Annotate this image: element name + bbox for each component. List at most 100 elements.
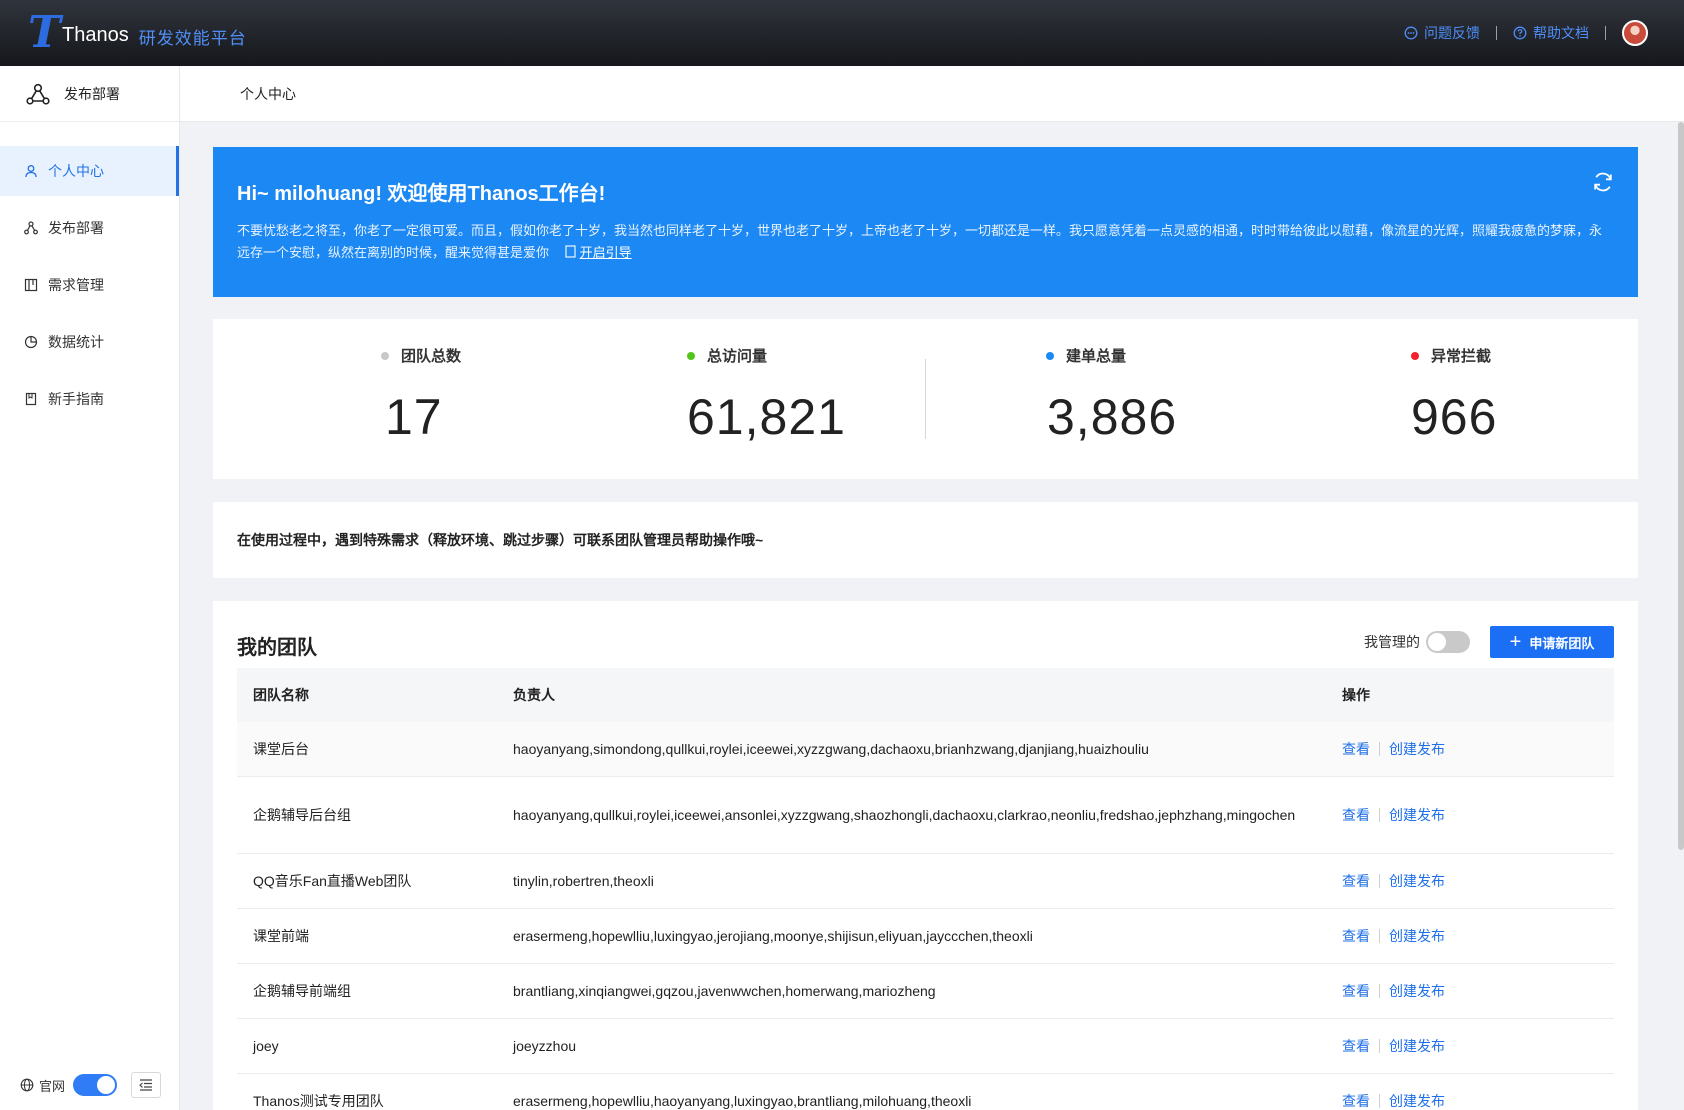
welcome-banner: Hi~ milohuang! 欢迎使用Thanos工作台! 不要忧愁老之将至，你… (213, 147, 1638, 297)
table-row: joey joeyzzhou 查看 创建发布 (237, 1019, 1614, 1074)
section-title: 我的团队 (237, 637, 317, 659)
page-scrollbar[interactable] (1676, 122, 1684, 850)
team-name: 企鹅辅导前端组 (253, 983, 351, 999)
status-dot (1411, 351, 1419, 360)
team-name: QQ音乐Fan直播Web团队 (253, 873, 412, 889)
collapse-sidebar-button[interactable] (131, 1072, 162, 1098)
create-release-link[interactable]: 创建发布 (1389, 1036, 1445, 1056)
row-actions: 查看 创建发布 (1342, 871, 1614, 891)
stat-blocked: 异常拦截 966 (1411, 345, 1497, 446)
column-header: 团队名称 (253, 687, 309, 703)
logo-mark: T (28, 7, 61, 58)
apply-button-label: 申请新团队 (1529, 635, 1595, 651)
stat-total-visits: 总访问量 61,821 (687, 345, 846, 446)
start-guide-label: 开启引导 (579, 245, 632, 260)
scrollbar-thumb[interactable] (1678, 122, 1684, 850)
team-owners: erasermeng,hopewlliu,haoyanyang,luxingya… (513, 1093, 972, 1109)
help-label: 帮助文档 (1533, 25, 1589, 41)
pie-chart-icon (24, 335, 38, 349)
sidebar-item-deploy[interactable]: 发布部署 (0, 203, 179, 253)
team-owners: haoyanyang,simondong,qullkui,roylei,icee… (513, 741, 1149, 757)
view-link[interactable]: 查看 (1342, 739, 1370, 759)
table-row: 企鹅辅导前端组 brantliang,xinqiangwei,gqzou,jav… (237, 964, 1614, 1019)
row-actions: 查看 创建发布 (1342, 1036, 1614, 1056)
create-release-link[interactable]: 创建发布 (1389, 739, 1445, 759)
sidebar-item-label: 个人中心 (48, 163, 104, 179)
sidebar-item-label: 发布部署 (48, 220, 104, 236)
view-link[interactable]: 查看 (1342, 1091, 1370, 1110)
official-site-label: 官网 (39, 1078, 66, 1094)
status-dot (1046, 351, 1054, 360)
feedback-link[interactable]: 问题反馈 (1404, 23, 1480, 43)
team-name: 课堂前端 (253, 928, 309, 944)
help-docs-link[interactable]: 帮助文档 (1513, 23, 1589, 43)
managed-filter-label: 我管理的 (1364, 634, 1420, 650)
sidebar-item-requirements[interactable]: 需求管理 (0, 260, 179, 310)
view-link[interactable]: 查看 (1342, 1036, 1370, 1056)
view-link[interactable]: 查看 (1342, 871, 1370, 891)
team-owners: erasermeng,hopewlliu,luxingyao,jerojiang… (513, 928, 1033, 944)
team-name: joey (253, 1038, 279, 1054)
team-owners: tinylin,robertren,theoxli (513, 873, 654, 889)
table-row: 课堂后台 haoyanyang,simondong,qullkui,roylei… (237, 722, 1614, 777)
row-actions: 查看 创建发布 (1342, 981, 1614, 1001)
table-row: 企鹅辅导后台组 haoyanyang,qullkui,roylei,iceewe… (237, 777, 1614, 854)
create-release-link[interactable]: 创建发布 (1389, 871, 1445, 891)
sidebar-item-personal-center[interactable]: 个人中心 (0, 146, 179, 196)
divider (1379, 1094, 1380, 1108)
my-teams-card: 我的团队 我管理的 + 申请新团队 团队名称 负责人 操作 课堂后台 haoya… (213, 601, 1638, 1110)
table-row: QQ音乐Fan直播Web团队 tinylin,robertren,theoxli… (237, 854, 1614, 909)
managed-filter: 我管理的 (1364, 631, 1470, 653)
user-avatar[interactable] (1622, 20, 1648, 46)
chat-bubble-icon (1404, 26, 1418, 40)
view-link[interactable]: 查看 (1342, 926, 1370, 946)
stat-total-orders: 建单总量 3,886 (1046, 345, 1177, 446)
sidebar-item-guide[interactable]: 新手指南 (0, 374, 179, 424)
create-release-link[interactable]: 创建发布 (1389, 981, 1445, 1001)
stat-label: 建单总量 (1066, 348, 1127, 365)
deploy-nodes-icon (26, 83, 50, 105)
team-owners: joeyzzhou (513, 1038, 577, 1054)
document-icon (565, 245, 576, 258)
divider (1379, 929, 1380, 943)
sidebar-header[interactable]: 发布部署 (0, 66, 179, 122)
create-release-link[interactable]: 创建发布 (1389, 805, 1445, 825)
create-release-link[interactable]: 创建发布 (1389, 926, 1445, 946)
globe-icon (20, 1078, 34, 1092)
top-bar: T Thanos 研发效能平台 问题反馈 帮助文档 (0, 0, 1684, 66)
stat-value: 17 (385, 389, 443, 445)
team-name: 企鹅辅导后台组 (253, 807, 351, 823)
column-header: 负责人 (513, 687, 555, 703)
row-actions: 查看 创建发布 (1342, 926, 1614, 946)
view-link[interactable]: 查看 (1342, 981, 1370, 1001)
row-actions: 查看 创建发布 (1342, 805, 1614, 825)
stats-panel: 团队总数 17 总访问量 61,821 建单总量 3,886 异常拦截 966 (213, 319, 1638, 479)
brand-logo[interactable]: T Thanos 研发效能平台 (28, 11, 247, 55)
stat-value: 61,821 (687, 389, 846, 445)
team-name: 课堂后台 (253, 741, 309, 757)
team-owners: haoyanyang,qullkui,roylei,iceewei,ansonl… (513, 807, 1296, 823)
official-site-toggle[interactable] (73, 1074, 118, 1096)
stat-label-row: 总访问量 (687, 345, 846, 366)
create-release-link[interactable]: 创建发布 (1389, 1091, 1445, 1110)
managed-toggle[interactable] (1426, 631, 1470, 653)
sidebar-item-label: 新手指南 (48, 391, 104, 407)
apply-new-team-button[interactable]: + 申请新团队 (1490, 626, 1614, 658)
sidebar-menu: 个人中心 发布部署 需求管理 数据统计 新手指南 (0, 146, 179, 424)
sidebar: 发布部署 个人中心 发布部署 需求管理 数据统计 新手指南 官网 (0, 66, 180, 1110)
start-guide-link[interactable]: 开启引导 (565, 245, 632, 260)
divider (1379, 1039, 1380, 1053)
row-actions: 查看 创建发布 (1342, 1091, 1614, 1110)
top-actions: 问题反馈 帮助文档 (1404, 0, 1648, 66)
brand-subtitle: 研发效能平台 (138, 28, 247, 48)
divider (1379, 742, 1380, 756)
stat-label: 团队总数 (401, 348, 462, 365)
sidebar-item-label: 需求管理 (48, 277, 104, 293)
column-header: 操作 (1342, 687, 1370, 703)
breadcrumb: 个人中心 (180, 66, 1684, 122)
refresh-icon[interactable] (1592, 171, 1614, 193)
question-circle-icon (1513, 26, 1527, 40)
teams-table: 团队名称 负责人 操作 课堂后台 haoyanyang,simondong,qu… (237, 668, 1614, 1110)
sidebar-item-statistics[interactable]: 数据统计 (0, 317, 179, 367)
view-link[interactable]: 查看 (1342, 805, 1370, 825)
